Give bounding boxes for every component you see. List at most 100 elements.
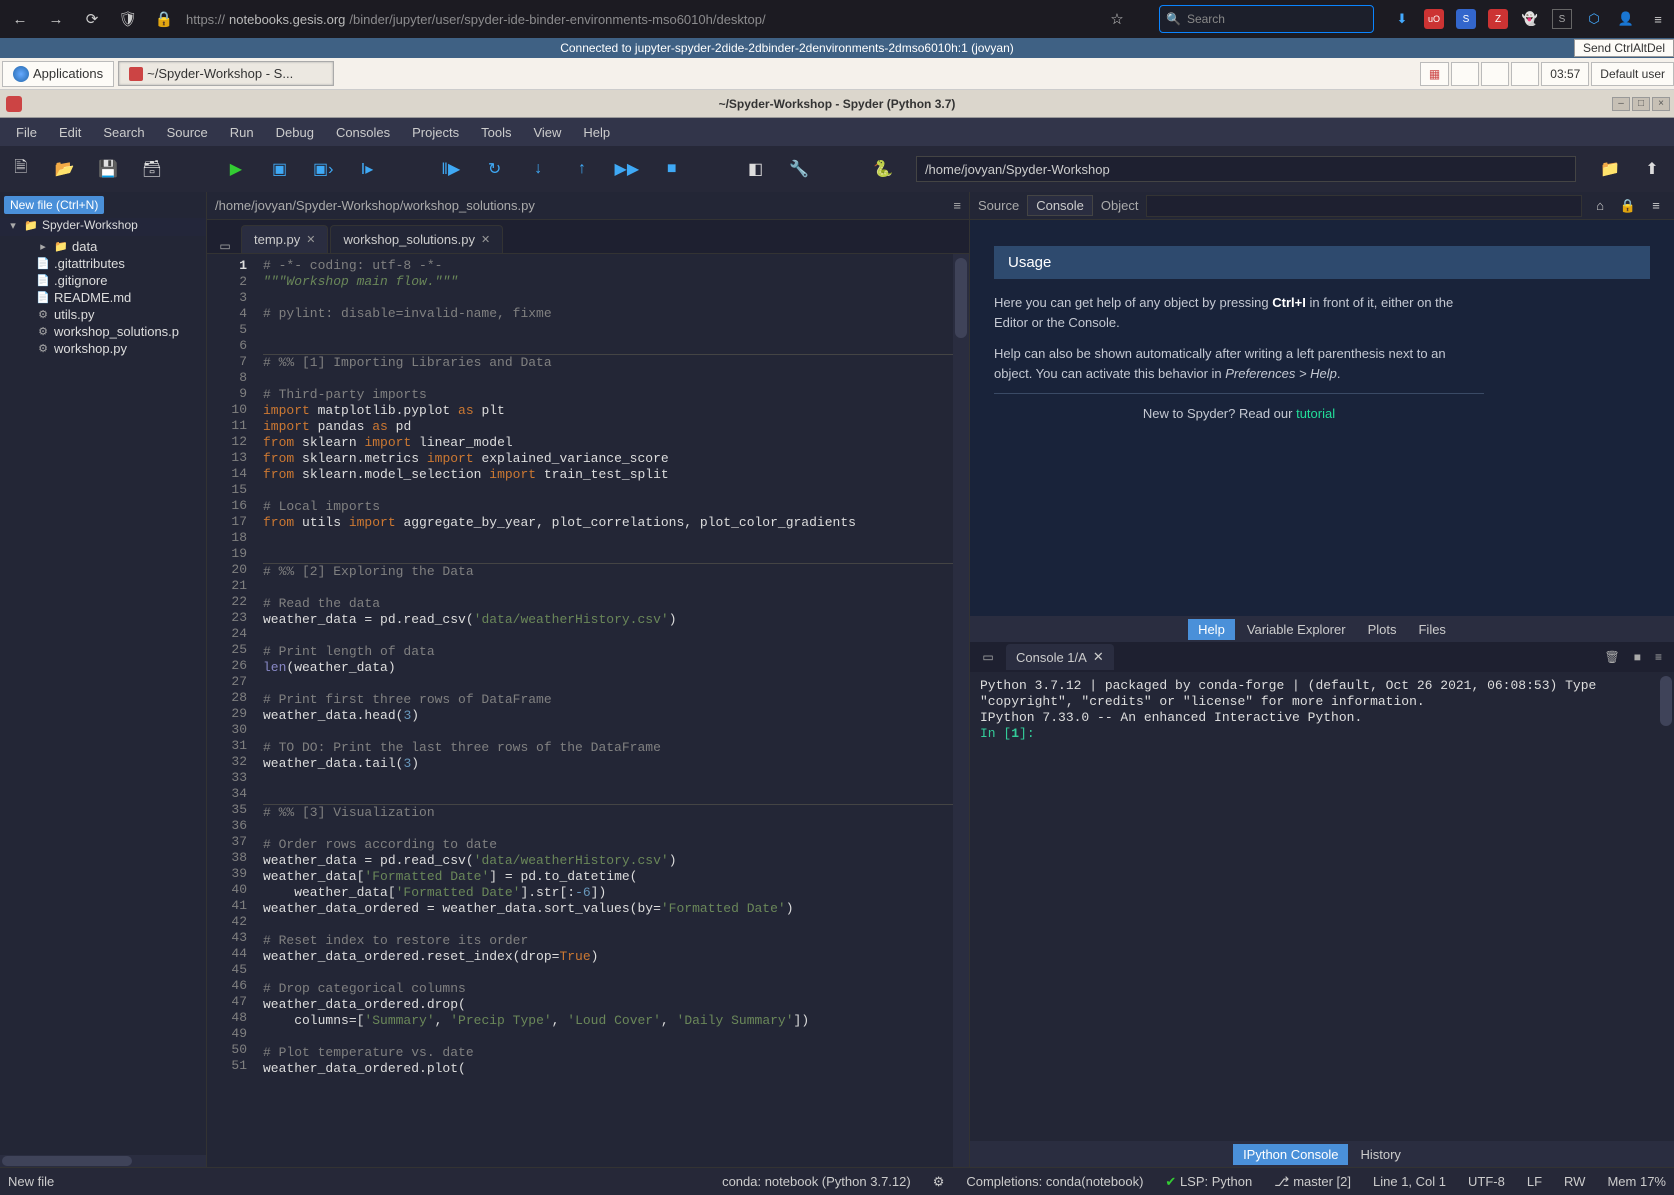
tutorial-link[interactable]: tutorial — [1296, 406, 1335, 421]
tab-history[interactable]: History — [1350, 1144, 1410, 1165]
status-encoding[interactable]: UTF-8 — [1468, 1174, 1505, 1189]
tree-file-workshop[interactable]: ⚙workshop.py — [0, 340, 206, 357]
open-file-icon[interactable]: 📂 — [54, 157, 76, 181]
applications-button[interactable]: Applications — [2, 61, 114, 87]
ext-ghost-icon[interactable]: 👻 — [1520, 9, 1540, 29]
console-output[interactable]: Python 3.7.12 | packaged by conda-forge … — [970, 672, 1674, 1141]
console-options-icon[interactable]: ≡ — [1655, 650, 1662, 664]
source-combo[interactable]: Console — [1027, 195, 1093, 216]
tray-icon-4[interactable] — [1511, 62, 1539, 86]
ext-shield2-icon[interactable]: ⬡ — [1584, 9, 1604, 29]
run-cell-icon[interactable]: ▣ — [269, 157, 291, 181]
status-eol[interactable]: LF — [1527, 1174, 1542, 1189]
menu-tools[interactable]: Tools — [471, 121, 521, 144]
continue-icon[interactable]: ▶▶ — [615, 157, 639, 181]
tree-file-solutions[interactable]: ⚙workshop_solutions.p — [0, 323, 206, 340]
tree-file-gitignore[interactable]: 📄.gitignore — [0, 272, 206, 289]
forward-icon[interactable]: → — [42, 5, 70, 33]
url-bar[interactable]: https://notebooks.gesis.org/binder/jupyt… — [186, 12, 886, 27]
taskbar-window-spyder[interactable]: ~/Spyder-Workshop - S... — [118, 61, 334, 86]
menu-edit[interactable]: Edit — [49, 121, 91, 144]
code-content[interactable]: # -*- coding: utf-8 -*- """Workshop main… — [255, 254, 969, 1167]
minimize-icon[interactable]: – — [1612, 97, 1630, 111]
menu-search[interactable]: Search — [93, 121, 154, 144]
tray-icon-2[interactable] — [1451, 62, 1479, 86]
run-selection-icon[interactable]: I▸ — [356, 157, 378, 181]
status-conda[interactable]: conda: notebook (Python 3.7.12) — [722, 1174, 911, 1189]
tab-ipython[interactable]: IPython Console — [1233, 1144, 1348, 1165]
close-icon[interactable]: ✕ — [481, 233, 490, 246]
ext-z-icon[interactable]: Z — [1488, 9, 1508, 29]
menu-view[interactable]: View — [523, 121, 571, 144]
maximize-pane-icon[interactable]: ◧ — [745, 157, 767, 181]
ext-s-icon[interactable]: S — [1456, 9, 1476, 29]
tab-help[interactable]: Help — [1188, 619, 1235, 640]
tree-file-utils[interactable]: ⚙utils.py — [0, 306, 206, 323]
ext-s2-icon[interactable]: S — [1552, 9, 1572, 29]
parent-dir-icon[interactable]: ⬆ — [1640, 157, 1664, 181]
close-icon[interactable]: ✕ — [1093, 649, 1104, 665]
tab-browse-icon[interactable]: ▭ — [211, 239, 239, 253]
tab-plots[interactable]: Plots — [1358, 619, 1407, 640]
ext-figure-icon[interactable]: 👤 — [1616, 9, 1636, 29]
browser-menu-icon[interactable]: ≡ — [1648, 9, 1668, 29]
menu-projects[interactable]: Projects — [402, 121, 469, 144]
tab-solutions[interactable]: workshop_solutions.py✕ — [330, 225, 503, 253]
browser-search[interactable]: 🔍 Search — [1159, 5, 1374, 33]
maximize-icon[interactable]: □ — [1632, 97, 1650, 111]
tab-files[interactable]: Files — [1408, 619, 1455, 640]
status-cursor[interactable]: Line 1, Col 1 — [1373, 1174, 1446, 1189]
tree-file-readme[interactable]: 📄README.md — [0, 289, 206, 306]
browse-dir-icon[interactable]: 📁 — [1598, 157, 1622, 181]
close-icon[interactable]: ✕ — [306, 233, 315, 246]
download-icon[interactable]: ⬇ — [1392, 9, 1412, 29]
run-icon[interactable]: ▶ — [225, 157, 247, 181]
lock-icon[interactable]: 🔒 — [1618, 198, 1638, 214]
editor-scrollbar[interactable] — [953, 254, 969, 1167]
working-dir-input[interactable]: /home/jovyan/Spyder-Workshop — [916, 156, 1576, 182]
menu-file[interactable]: File — [6, 121, 47, 144]
step-in-icon[interactable]: ↓ — [527, 157, 549, 181]
project-hscroll[interactable] — [0, 1155, 206, 1167]
user-label[interactable]: Default user — [1591, 62, 1674, 86]
tree-file-gitattributes[interactable]: 📄.gitattributes — [0, 255, 206, 272]
console-tab-1a[interactable]: Console 1/A✕ — [1006, 644, 1114, 670]
home-icon[interactable]: ⌂ — [1590, 198, 1610, 213]
menu-source[interactable]: Source — [157, 121, 218, 144]
collapse-icon[interactable]: ▾ — [6, 219, 20, 232]
preferences-icon[interactable]: 🔧 — [788, 157, 810, 181]
tree-folder-data[interactable]: ▸📁data — [0, 238, 206, 255]
stop-icon[interactable]: ■ — [661, 157, 683, 181]
status-git[interactable]: ⎇master [2] — [1274, 1174, 1351, 1190]
object-input[interactable] — [1146, 195, 1582, 217]
run-cell-advance-icon[interactable]: ▣› — [312, 157, 334, 181]
tray-icon-3[interactable] — [1481, 62, 1509, 86]
star-icon[interactable]: ☆ — [1103, 5, 1131, 33]
interrupt-icon[interactable]: 🗑 — [1605, 650, 1620, 664]
help-options-icon[interactable]: ≡ — [1646, 198, 1666, 213]
status-completions[interactable]: Completions: conda(notebook) — [966, 1174, 1143, 1189]
save-all-icon[interactable]: 🗃 — [141, 157, 163, 181]
step-out-icon[interactable]: ↑ — [571, 157, 593, 181]
tab-variable-explorer[interactable]: Variable Explorer — [1237, 619, 1356, 640]
back-icon[interactable]: ← — [6, 5, 34, 33]
tab-temp[interactable]: temp.py✕ — [241, 225, 328, 253]
step-over-icon[interactable]: ↻ — [484, 157, 506, 181]
console-browse-icon[interactable]: ▭ — [974, 650, 1002, 664]
stop-console-icon[interactable]: ■ — [1634, 650, 1641, 664]
status-lsp[interactable]: LSP: Python — [1180, 1174, 1252, 1189]
menu-consoles[interactable]: Consoles — [326, 121, 400, 144]
close-window-icon[interactable]: × — [1652, 97, 1670, 111]
debug-icon[interactable]: ‖▶ — [440, 157, 462, 181]
python-path-icon[interactable]: 🐍 — [872, 157, 894, 181]
reload-icon[interactable]: ⟳ — [78, 5, 106, 33]
project-root[interactable]: ▾ 📁 Spyder-Workshop — [0, 218, 206, 236]
save-icon[interactable]: 💾 — [97, 157, 119, 181]
code-editor[interactable]: 1 2 3 4 5 6 7 8 9 10 11 12 13 14 15 16 1… — [207, 254, 969, 1167]
editor-options-icon[interactable]: ≡ — [953, 198, 961, 213]
ext-ublock-icon[interactable]: uO — [1424, 9, 1444, 29]
tray-icon-1[interactable]: ▦ — [1420, 62, 1449, 86]
new-file-icon[interactable]: 🗎 — [10, 157, 32, 181]
send-ctrlaltdel-button[interactable]: Send CtrlAltDel — [1574, 39, 1674, 57]
console-scrollbar[interactable] — [1660, 676, 1672, 726]
